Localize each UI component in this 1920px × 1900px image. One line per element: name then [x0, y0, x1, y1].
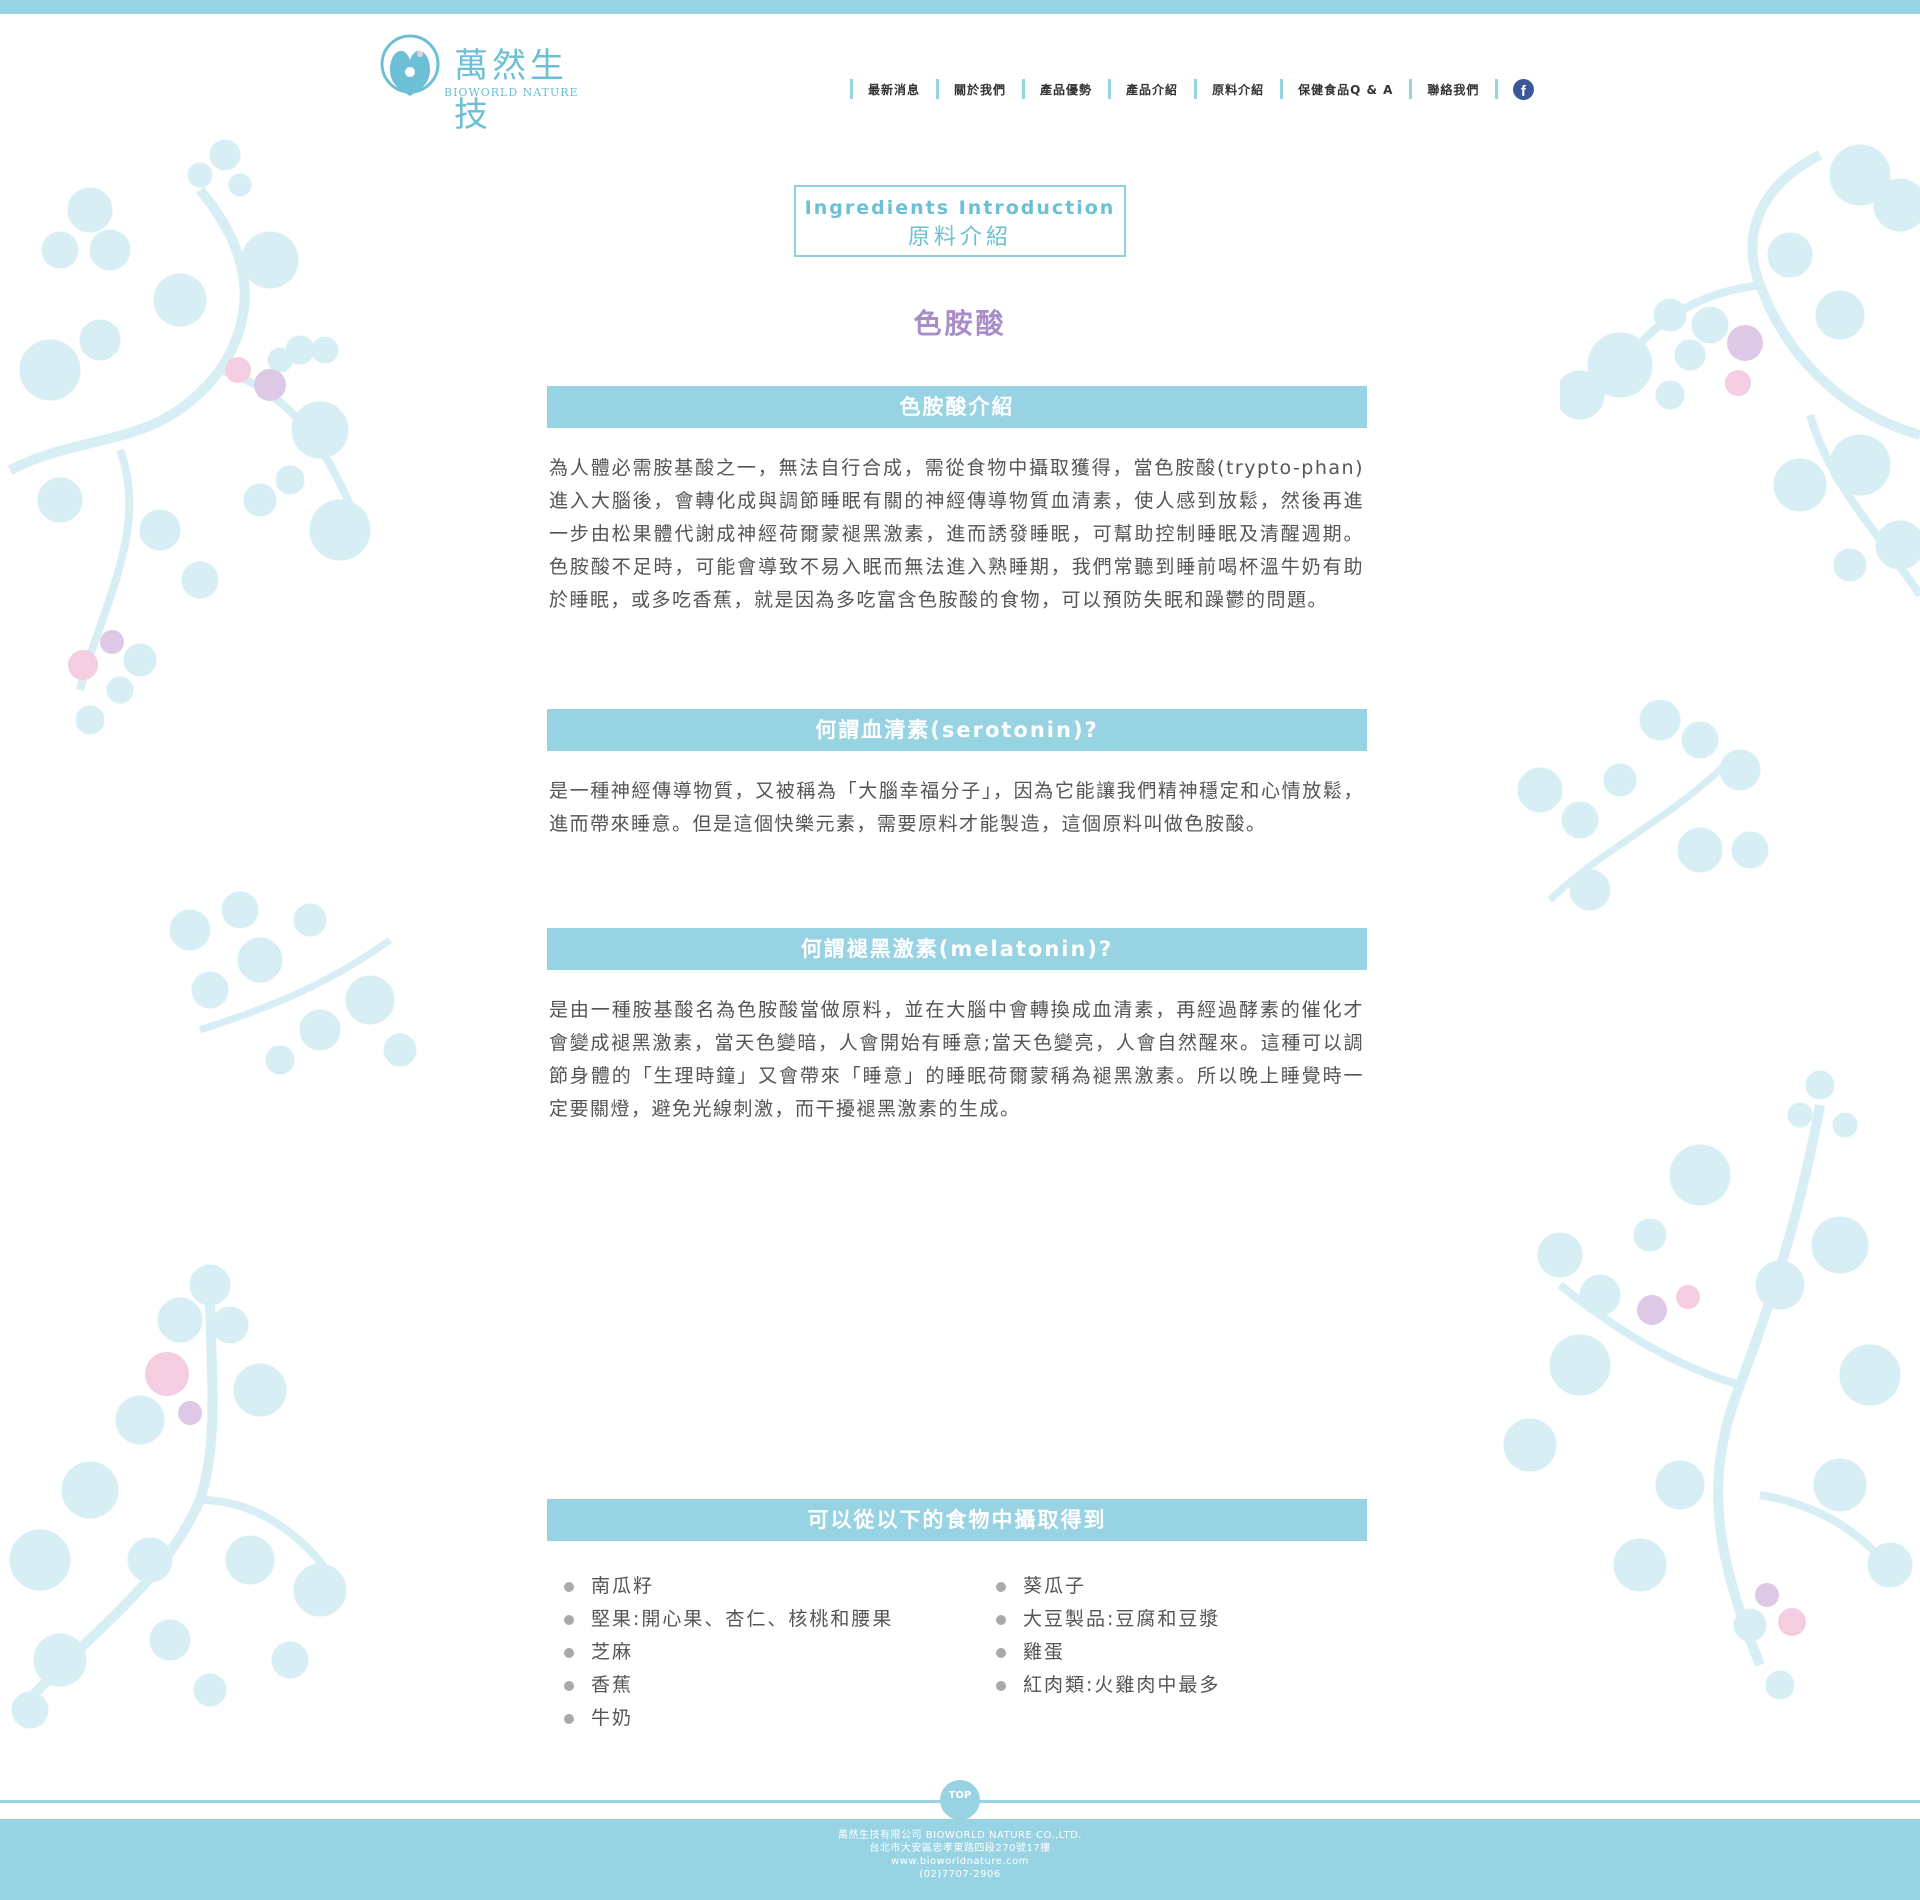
section-title-box: Ingredients Introduction 原料介紹	[794, 185, 1126, 257]
footer-phone: (02)7707-2906	[919, 1869, 1001, 1880]
nav-item-label[interactable]: 保健食品Q & A	[1298, 81, 1393, 98]
footer-website[interactable]: www.bioworldnature.com	[0, 1855, 1920, 1868]
nav-item-news[interactable]: 最新消息	[850, 79, 936, 99]
nav-item-label[interactable]: 最新消息	[868, 81, 920, 98]
site-logo[interactable]: 萬然生技 BIOWORLD NATURE	[380, 28, 580, 135]
section-body-serotonin: 是一種神經傳導物質，又被稱為「大腦幸福分子」，因為它能讓我們精神穩定和心情放鬆，…	[549, 780, 1364, 835]
back-to-top-button[interactable]: TOP	[940, 1780, 980, 1820]
facebook-icon[interactable]: f	[1513, 78, 1535, 100]
footer-company: 萬然生技有限公司 BIOWORLD NATURE CO.,LTD.	[838, 1830, 1082, 1841]
list-item: 芝麻	[547, 1636, 893, 1669]
logo-leaf-icon	[380, 30, 440, 104]
list-item: 葵瓜子	[979, 1570, 1220, 1603]
nav-item-label[interactable]: 產品優勢	[1040, 81, 1092, 98]
nav-divider	[1409, 79, 1413, 99]
nav-item-facebook[interactable]: f	[1495, 78, 1535, 100]
section-heading-intro: 色胺酸介紹	[547, 386, 1367, 428]
title-chinese: 原料介紹	[907, 225, 1012, 250]
title-english: Ingredients Introduction	[804, 197, 1116, 219]
nav-divider	[1280, 79, 1284, 99]
list-item: 南瓜籽	[547, 1570, 893, 1603]
nav-item-about[interactable]: 關於我們	[936, 79, 1022, 99]
section-body-melatonin: 是由一種胺基酸名為色胺酸當做原料，並在大腦中會轉換成血清素，再經過酵素的催化才會…	[549, 999, 1364, 1120]
nav-item-products[interactable]: 產品介紹	[1108, 79, 1194, 99]
list-item: 香蕉	[547, 1669, 893, 1702]
main-navigation: 最新消息 關於我們 產品優勢 產品介紹 原料介紹 保健食品Q & A 聯絡我們 …	[850, 78, 1535, 100]
site-footer: 萬然生技有限公司 BIOWORLD NATURE CO.,LTD. 台北市大安區…	[0, 1819, 1920, 1900]
section-body-intro: 為人體必需胺基酸之一，無法自行合成，需從食物中攝取獲得，當色胺酸(trypto-…	[549, 457, 1364, 611]
nav-divider	[1108, 79, 1112, 99]
nav-item-advantages[interactable]: 產品優勢	[1022, 79, 1108, 99]
list-item: 雞蛋	[979, 1636, 1220, 1669]
logo-english-name: BIOWORLD NATURE	[444, 86, 579, 99]
floral-decoration-mid-right	[1510, 700, 1780, 930]
nav-divider	[1495, 79, 1499, 99]
floral-decoration-top-left	[0, 130, 400, 750]
nav-divider	[850, 79, 853, 99]
list-item: 紅肉類:火雞肉中最多	[979, 1669, 1220, 1702]
floral-decoration-mid-left	[160, 880, 420, 1090]
footer-address: 台北市大安區忠孝東路四段270號17樓	[869, 1843, 1051, 1854]
floral-decoration-bottom-left	[0, 1260, 360, 1740]
section-heading-melatonin: 何謂褪黑激素(melatonin)?	[547, 928, 1367, 970]
nav-item-ingredients[interactable]: 原料介紹	[1194, 79, 1280, 99]
food-list-left: 南瓜籽 堅果:開心果、杏仁、核桃和腰果 芝麻 香蕉 牛奶	[547, 1570, 893, 1735]
nav-divider	[936, 79, 940, 99]
nav-item-label[interactable]: 原料介紹	[1212, 81, 1264, 98]
nav-item-qa[interactable]: 保健食品Q & A	[1280, 79, 1409, 99]
section-heading-foods: 可以從以下的食物中攝取得到	[547, 1499, 1367, 1541]
nav-item-label[interactable]: 聯絡我們	[1427, 81, 1479, 98]
top-accent-bar	[0, 0, 1920, 14]
nav-divider	[1194, 79, 1198, 99]
nav-item-label[interactable]: 關於我們	[954, 81, 1006, 98]
section-heading-serotonin: 何謂血清素(serotonin)?	[547, 709, 1367, 751]
floral-decoration-bottom-right	[1500, 1065, 1920, 1715]
floral-decoration-top-right	[1560, 135, 1920, 655]
nav-item-contact[interactable]: 聯絡我們	[1409, 79, 1495, 99]
nav-divider	[1022, 79, 1026, 99]
nav-item-label[interactable]: 產品介紹	[1126, 81, 1178, 98]
list-item: 堅果:開心果、杏仁、核桃和腰果	[547, 1603, 893, 1636]
list-item: 大豆製品:豆腐和豆漿	[979, 1603, 1220, 1636]
list-item: 牛奶	[547, 1702, 893, 1735]
page-title: 色胺酸	[913, 307, 1007, 340]
food-list-right: 葵瓜子 大豆製品:豆腐和豆漿 雞蛋 紅肉類:火雞肉中最多	[979, 1570, 1220, 1702]
